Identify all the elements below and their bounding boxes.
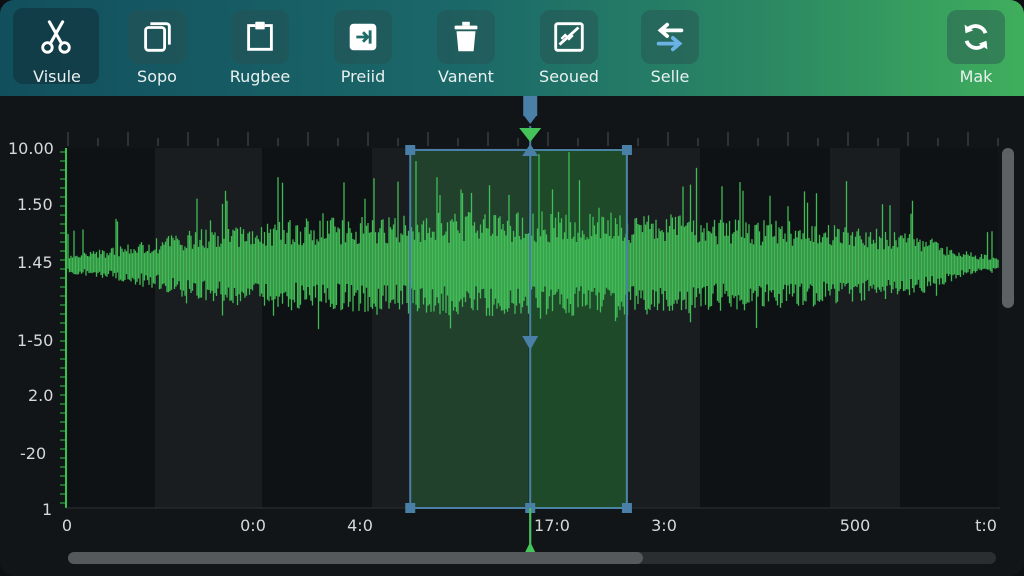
tool-label: Rugbee [229, 67, 291, 86]
waveform-panel[interactable]: 10.00 1.50 1.45 1-50 2.0 -20 1 0 0:0 4:0… [0, 96, 1024, 576]
tool-tile [231, 10, 289, 64]
silence-icon [554, 22, 584, 52]
delete-tool-button[interactable]: Vanent [422, 8, 510, 90]
selection-handle[interactable] [621, 503, 632, 513]
scissors-icon [41, 20, 71, 54]
copy-icon [144, 22, 171, 52]
cut-tool-button[interactable]: Visule [13, 8, 101, 90]
time-label: t:0 [975, 516, 997, 535]
audio-editor-window: Visule Sopo Rugbee Preiid Vanent Seoued … [0, 0, 1024, 576]
tool-label: Vanent [438, 67, 494, 86]
trash-icon [454, 21, 478, 52]
time-label: 17:0 [534, 516, 570, 535]
time-band [700, 148, 830, 508]
playhead-marker[interactable] [519, 128, 542, 142]
time-band [900, 148, 998, 508]
time-band [625, 148, 700, 508]
time-label: 4:0 [347, 516, 373, 535]
selection-handle[interactable] [621, 145, 632, 155]
amplitude-label: 10.00 [8, 139, 54, 158]
vertical-scrollbar[interactable] [1002, 148, 1014, 308]
waveform-canvas[interactable] [0, 96, 1024, 576]
playhead-top-handle[interactable] [523, 96, 538, 116]
tool-label: Seoued [539, 67, 599, 86]
silence-tool-button[interactable]: Seoued [525, 8, 613, 90]
playhead-pointer [524, 116, 537, 124]
selection-handle[interactable] [405, 503, 416, 513]
time-band [155, 148, 262, 508]
loop-tool-button[interactable]: Mak [932, 8, 1020, 90]
tool-tile [334, 10, 392, 64]
insert-tool-button[interactable]: Preiid [319, 8, 407, 90]
loop-icon [964, 24, 988, 50]
amplitude-label: 1-50 [17, 331, 54, 350]
tool-tile [437, 10, 495, 64]
tool-tile [641, 10, 699, 64]
amplitude-label: 1 [42, 500, 53, 519]
time-label: 500 [839, 516, 871, 535]
insert-icon [349, 23, 377, 51]
time-band [68, 148, 155, 508]
tool-label: Preiid [340, 67, 386, 86]
amplitude-axis [60, 148, 67, 508]
amplitude-label: 1.45 [17, 253, 53, 272]
tool-label: Mak [959, 67, 993, 86]
selection-handle[interactable] [405, 145, 416, 155]
tool-tile [540, 10, 598, 64]
tool-label: Sopo [137, 67, 177, 86]
copy-tool-button[interactable]: Sopo [113, 8, 201, 90]
time-label: 0:0 [240, 516, 266, 535]
tool-label: Selle [650, 67, 690, 86]
tool-label: Visule [33, 67, 81, 86]
selection-region[interactable] [405, 145, 632, 513]
time-label: 3:0 [651, 516, 677, 535]
horizontal-scrollbar-thumb[interactable] [68, 552, 644, 564]
time-label: 0 [61, 516, 73, 535]
paste-tool-button[interactable]: Rugbee [216, 8, 304, 90]
tool-tile [947, 10, 1005, 64]
amplitude-label: -20 [20, 444, 47, 463]
swap-tool-button[interactable]: Selle [626, 8, 714, 90]
time-band [830, 148, 900, 508]
selection-right-part [530, 150, 627, 508]
paste-icon [247, 21, 273, 51]
toolbar: Visule Sopo Rugbee Preiid Vanent Seoued … [0, 0, 1024, 96]
tool-tile [128, 10, 186, 64]
amplitude-label: 2.0 [28, 386, 54, 405]
playhead-bottom-arrow [525, 542, 536, 552]
swap-arrows-icon [656, 22, 684, 52]
amplitude-label: 1.50 [17, 195, 53, 214]
